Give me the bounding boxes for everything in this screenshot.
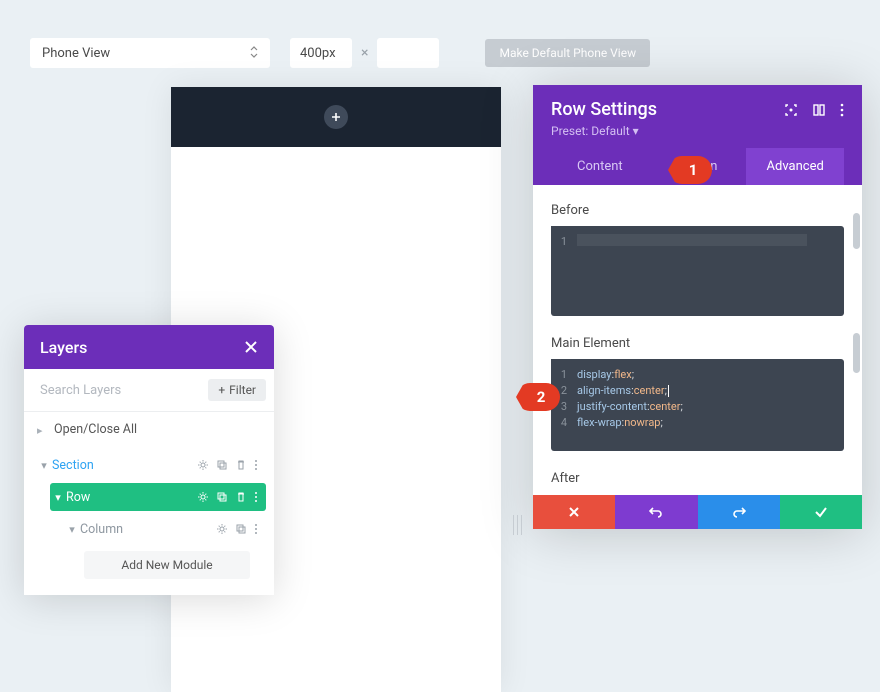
layer-tools <box>216 523 258 535</box>
layer-tools <box>197 491 258 503</box>
layers-panel: Layers Search Layers + Filter ▸ Open/Clo… <box>24 325 274 595</box>
chevron-down-icon: ▾ <box>633 124 639 138</box>
chevron-down-icon: ▾ <box>50 491 66 504</box>
plus-icon: + <box>218 383 225 397</box>
open-close-all[interactable]: ▸ Open/Close All <box>24 412 274 447</box>
search-input[interactable]: Search Layers <box>40 383 121 398</box>
view-select-label: Phone View <box>42 46 110 61</box>
responsive-toolbar: Phone View 400px × Make Default Phone Vi… <box>30 38 650 68</box>
more-icon[interactable] <box>254 491 258 503</box>
before-code-input[interactable]: 1 <box>551 226 844 316</box>
tab-content[interactable]: Content <box>551 148 649 185</box>
scrollbar[interactable] <box>853 333 860 373</box>
gear-icon[interactable] <box>197 491 209 503</box>
before-label: Before <box>551 203 844 218</box>
settings-title: Row Settings <box>551 99 657 120</box>
preset-select[interactable]: Preset: Default ▾ <box>551 124 844 138</box>
main-code-input[interactable]: 1234 display:flex;align-items:center;jus… <box>551 359 844 451</box>
layers-header: Layers <box>24 325 274 369</box>
height-input[interactable] <box>377 38 439 68</box>
focus-icon[interactable] <box>784 103 798 117</box>
settings-head-icons <box>784 103 844 117</box>
view-select[interactable]: Phone View <box>30 38 270 68</box>
chevron-down-icon: ▾ <box>36 459 52 472</box>
chevron-right-icon: ▸ <box>37 424 43 437</box>
scrollbar[interactable] <box>853 213 860 249</box>
gear-icon[interactable] <box>197 459 209 471</box>
cancel-button[interactable] <box>533 495 615 529</box>
settings-panel: Row Settings Preset: Default ▾ Content D… <box>533 85 862 529</box>
close-icon[interactable] <box>244 340 258 354</box>
make-default-button[interactable]: Make Default Phone View <box>485 39 650 67</box>
size-group: 400px × <box>290 38 439 68</box>
after-label: After <box>551 471 844 486</box>
duplicate-icon[interactable] <box>216 459 228 471</box>
main-element-label: Main Element <box>551 336 844 351</box>
settings-body: Before 1 Main Element 1234 display:flex;… <box>533 185 862 495</box>
chevron-down-icon: ▾ <box>64 523 80 536</box>
more-icon[interactable] <box>254 459 258 471</box>
settings-actions <box>533 495 862 529</box>
resize-handle[interactable] <box>513 515 525 535</box>
layers-search-row: Search Layers + Filter <box>24 369 274 412</box>
tab-advanced[interactable]: Advanced <box>746 148 844 185</box>
more-icon[interactable] <box>840 103 844 117</box>
more-icon[interactable] <box>254 523 258 535</box>
redo-button[interactable] <box>698 495 780 529</box>
save-button[interactable] <box>780 495 862 529</box>
columns-icon[interactable] <box>812 103 826 117</box>
multiply-icon: × <box>361 45 368 61</box>
annotation-1: 1 <box>668 156 712 184</box>
annotation-2: 2 <box>516 383 560 411</box>
gear-icon[interactable] <box>216 523 228 535</box>
layer-section[interactable]: ▾ Section <box>36 451 266 479</box>
undo-button[interactable] <box>615 495 697 529</box>
layer-tools <box>197 459 258 471</box>
duplicate-icon[interactable] <box>216 491 228 503</box>
trash-icon[interactable] <box>235 459 247 471</box>
duplicate-icon[interactable] <box>235 523 247 535</box>
layers-title: Layers <box>40 338 87 357</box>
layer-row[interactable]: ▾ Row <box>50 483 266 511</box>
add-module-button[interactable]: Add New Module <box>84 551 250 579</box>
trash-icon[interactable] <box>235 491 247 503</box>
preview-header <box>171 87 501 147</box>
add-section-button[interactable] <box>324 105 348 129</box>
chevron-updown-icon <box>250 46 258 61</box>
layer-column[interactable]: ▾ Column <box>64 515 266 543</box>
width-input[interactable]: 400px <box>290 38 352 68</box>
filter-button[interactable]: + Filter <box>208 379 266 401</box>
